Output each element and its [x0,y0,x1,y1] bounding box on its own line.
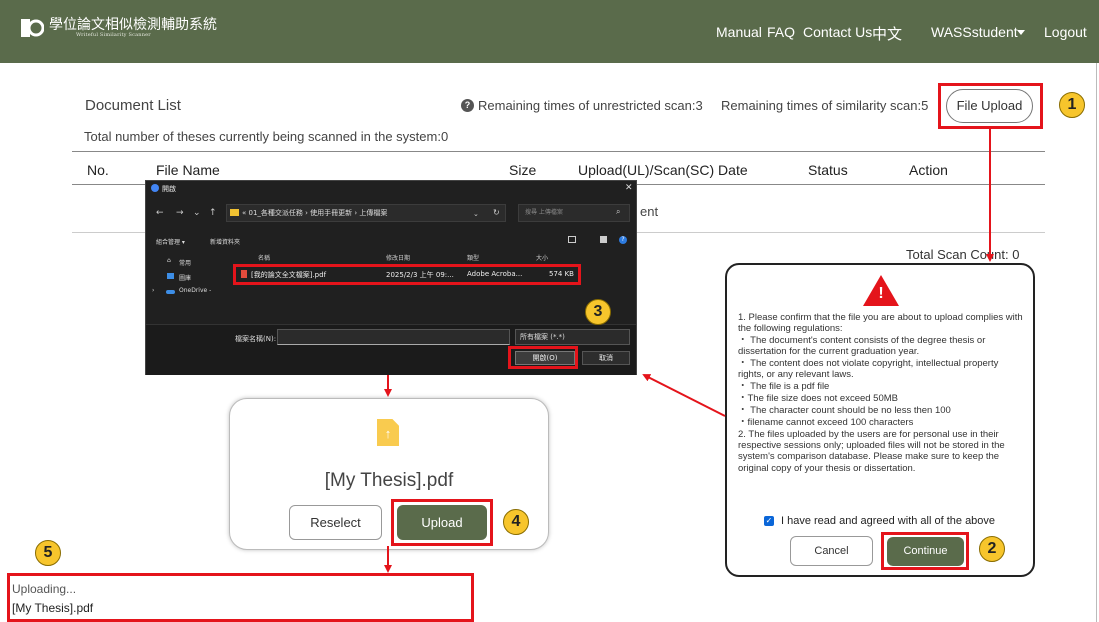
col-action: Action [909,162,948,178]
close-icon[interactable]: ✕ [625,183,633,193]
unrestricted-scan-remaining: Remaining times of unrestricted scan:3 [478,98,703,113]
nav-language[interactable]: 中文 [872,23,902,44]
filename-label: 檔案名稱(N): [235,335,277,343]
step-badge-5: 5 [35,540,61,566]
regulation-intro: 1. Please confirm that the file you are … [738,312,1023,335]
arrow-up-icon: ↑ [384,426,392,441]
chevron-down-icon[interactable]: ⌄ [193,208,201,218]
exclamation-mark: ! [878,285,884,302]
logout-link[interactable]: Logout [1044,24,1087,40]
logo-subtitle: Writeful Similarity Scanner [76,32,151,38]
col-name[interactable]: 名稱 [258,253,270,262]
dialog-title: 開啟 [162,185,176,193]
new-folder-button[interactable]: 新增資料夾 [210,237,240,246]
forward-icon[interactable]: → [176,208,184,218]
highlight-box-4 [391,499,493,546]
regulation-item: ・ The file is a pdf file [738,381,830,392]
refresh-icon[interactable]: ↻ [493,208,500,217]
filename-input[interactable] [277,329,510,345]
nav-faq[interactable]: FAQ [767,24,795,40]
step-badge-2: 2 [979,536,1005,562]
regulation-item: ・ The content does not violate copyright… [738,358,999,381]
highlight-box-file [233,264,581,285]
logo-icon [21,19,44,37]
gallery-icon [167,273,174,279]
col-no: No. [87,162,109,178]
up-icon[interactable]: ↑ [209,208,217,218]
sidebar-item-onedrive[interactable]: OneDrive - [179,287,211,294]
highlight-box-1 [938,83,1043,129]
regulation-item: ・ The document's content consists of the… [738,335,986,358]
chevron-right-icon[interactable]: › [152,287,154,294]
scan-count-note: Total number of theses currently being s… [84,129,449,144]
cancel-button[interactable]: 取消 [582,351,630,365]
search-input[interactable]: 搜尋 上傳檔案 [518,204,630,222]
similarity-scan-remaining: Remaining times of similarity scan:5 [721,98,929,113]
help-icon[interactable]: ? [461,99,474,112]
chrome-icon [151,184,159,192]
regulation-item: ・filename cannot exceed 100 characters [738,417,914,428]
regulation-item: ・The file size does not exceed 50MB [738,393,899,404]
search-icon: ⌕ [616,207,621,216]
regulation-note: 2. The files uploaded by the users are f… [738,429,1005,474]
sidebar-item-home[interactable]: 常用 [179,258,191,267]
empty-message-fragment: ent [640,204,659,219]
logo-title: 學位論文相似檢測輔助系統 [49,17,217,33]
agree-label[interactable]: I have read and agreed with all of the a… [781,515,995,527]
col-modified[interactable]: 修改日期 [386,253,410,262]
highlight-box-2 [881,532,969,570]
uploading-status: Uploading... [12,582,77,596]
step-badge-3: 3 [585,299,611,325]
step-badge-1: 1 [1059,92,1085,118]
address-bar[interactable]: « 01_各種交派任務 › 使用手冊更新 › 上傳檔案 [226,204,506,222]
file-open-dialog: 開啟 ✕ ← → ⌄ ↑ « 01_各種交派任務 › 使用手冊更新 › 上傳檔案… [145,180,637,375]
col-status: Status [808,162,848,178]
onedrive-icon [166,290,175,294]
table-divider [72,151,1045,152]
file-type-select[interactable]: 所有檔案 (*.*) [515,329,630,345]
user-menu[interactable]: WASSstudent [931,24,1018,40]
nav-manual[interactable]: Manual [716,24,762,40]
view-icon[interactable] [568,236,576,243]
col-size[interactable]: 大小 [536,253,548,262]
arrow-2-to-3 [642,374,726,417]
nav-contact-us[interactable]: Contact Us [803,24,872,40]
folder-icon [230,209,239,216]
col-type[interactable]: 類型 [467,253,479,262]
sidebar-item-gallery[interactable]: 圖庫 [179,273,191,282]
caret-down-icon[interactable] [1017,30,1025,35]
frame-border [1096,63,1097,622]
preview-pane-icon[interactable] [600,236,607,243]
total-scan-count: Total Scan Count: 0 [906,247,1020,262]
selected-filename: [My Thesis].pdf [324,470,454,491]
organize-button[interactable]: 組合管理 ▾ [156,237,185,246]
col-date: Upload(UL)/Scan(SC) Date [578,162,748,178]
col-file-name: File Name [156,162,220,178]
highlight-box-3 [508,346,578,369]
page-title: Document List [85,97,181,114]
regulation-item: ・ The character count should be no less … [738,405,951,416]
col-size: Size [509,162,537,178]
help-icon[interactable]: ? [619,236,627,244]
step-badge-4: 4 [503,509,529,535]
reselect-button[interactable]: Reselect [289,505,382,540]
uploading-filename: [My Thesis].pdf [12,601,94,615]
chevron-down-icon[interactable]: ⌄ [473,210,479,218]
modal-cancel-button[interactable]: Cancel [790,536,873,566]
home-icon: ⌂ [167,257,171,264]
dialog-titlebar [146,181,636,197]
back-icon[interactable]: ← [156,208,164,218]
agree-checkbox[interactable]: ✓ [764,516,774,526]
